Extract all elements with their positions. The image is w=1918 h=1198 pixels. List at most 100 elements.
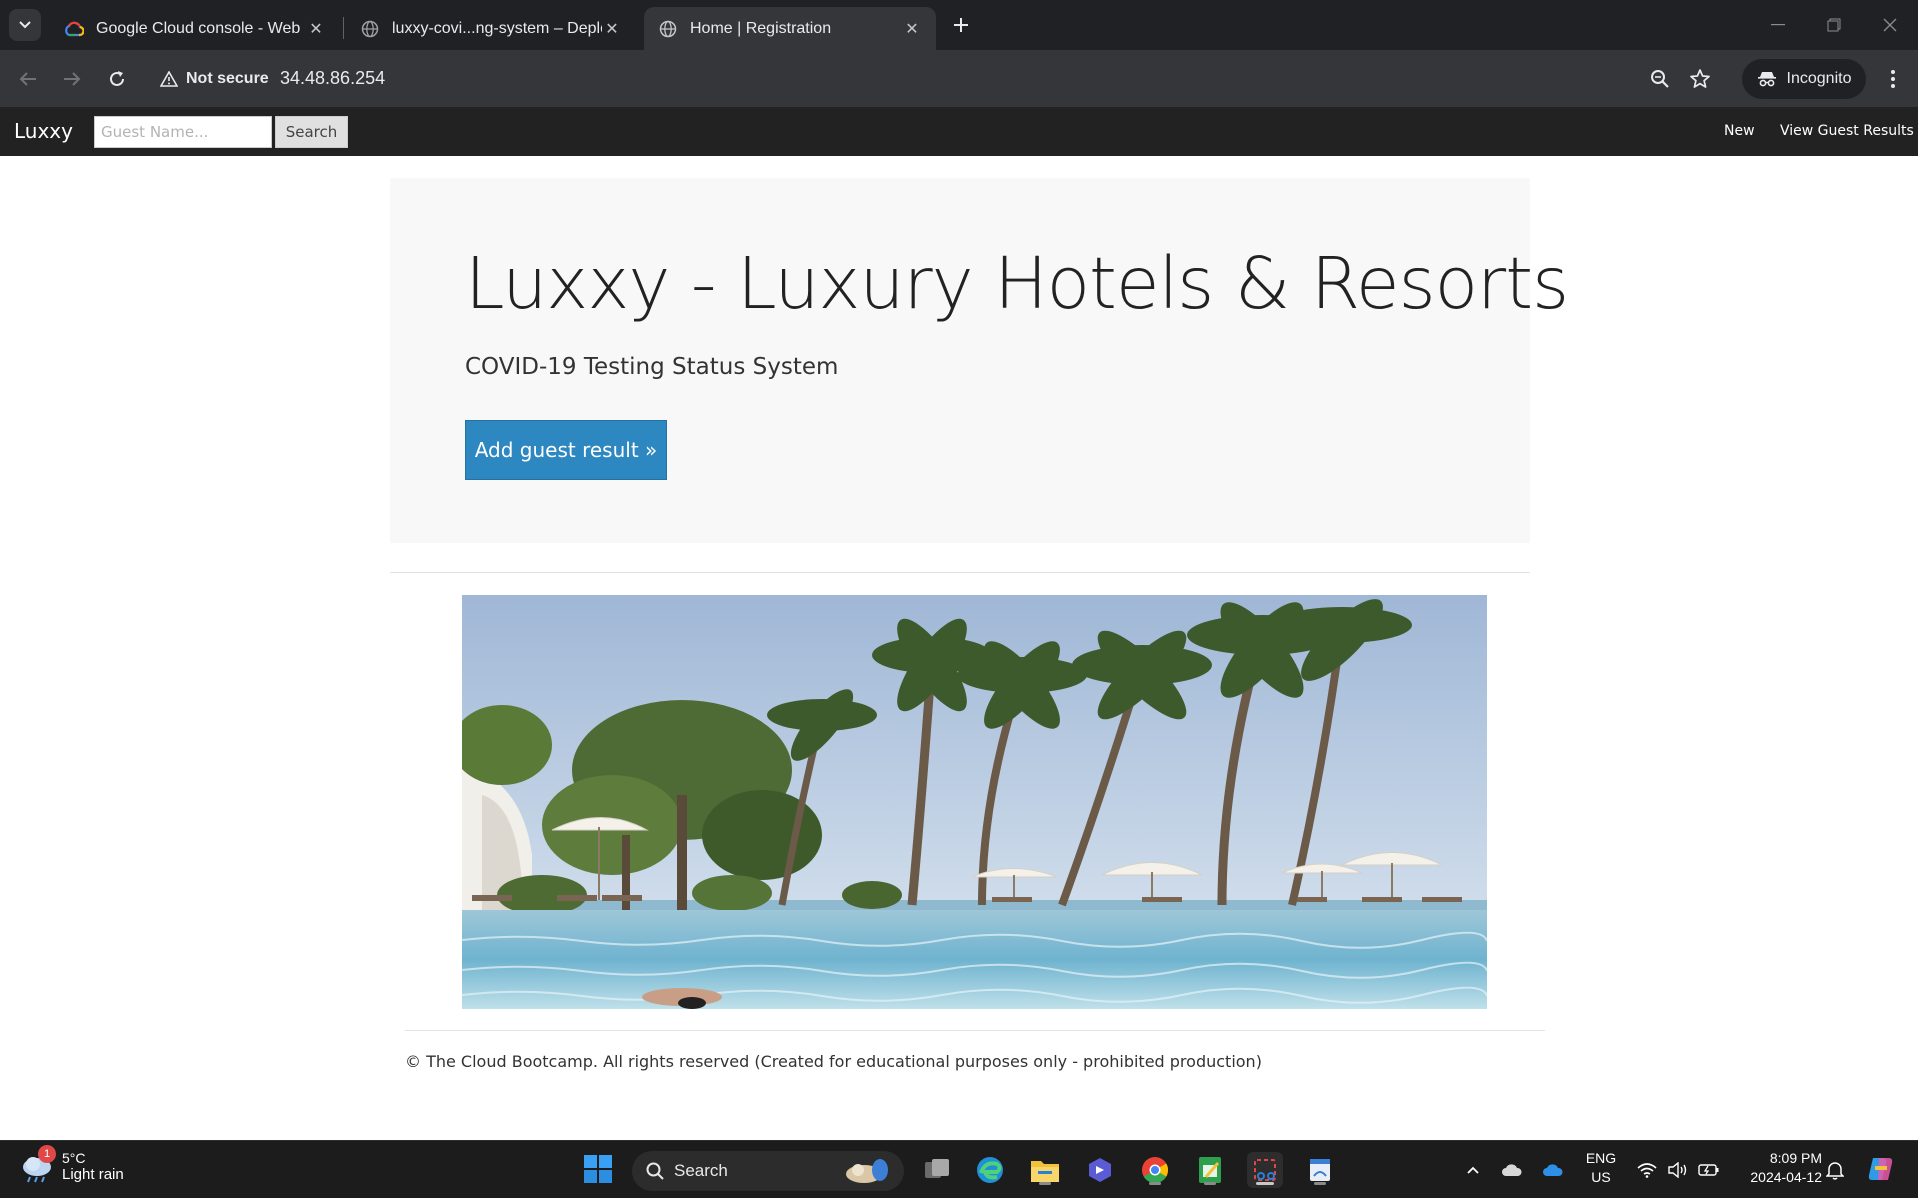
start-button[interactable] — [580, 1151, 616, 1187]
volume-status[interactable] — [1667, 1159, 1689, 1181]
add-guest-result-button[interactable]: Add guest result » — [465, 420, 667, 480]
arrow-left-icon — [19, 72, 36, 86]
tab-luxxy-deploy[interactable]: luxxy-covi...ng-system – Deploy ✕ — [346, 7, 636, 50]
paint-button[interactable] — [1302, 1152, 1338, 1188]
wifi-status[interactable] — [1636, 1159, 1658, 1181]
site-navbar: Luxxy Search New View Guest Results — [0, 107, 1918, 156]
tab-home-registration[interactable]: Home | Registration ✕ — [644, 7, 936, 50]
snipping-tool-button[interactable] — [1247, 1152, 1283, 1188]
more-vertical-icon — [1891, 70, 1895, 88]
star-icon — [1690, 69, 1710, 88]
copilot-icon — [1089, 1158, 1111, 1182]
search-icon — [646, 1162, 664, 1180]
divider — [390, 572, 1530, 573]
address-bar-url[interactable]: 34.48.86.254 — [280, 68, 385, 89]
language-code: ENG — [1585, 1150, 1617, 1166]
minimize-icon — [1771, 24, 1785, 26]
onedrive-personal-button[interactable] — [1501, 1159, 1523, 1181]
site-footer-text: © The Cloud Bootcamp. All rights reserve… — [405, 1052, 1262, 1071]
sheets-editor-button[interactable] — [1192, 1152, 1228, 1188]
browser-tab-strip: Google Cloud console - Web UI ✕ luxxy-co… — [0, 0, 1918, 50]
search-button[interactable]: Search — [275, 116, 348, 148]
divider — [405, 1030, 1545, 1031]
back-button[interactable] — [11, 62, 45, 96]
system-clock[interactable]: 8:09 PM 2024-04-12 — [1732, 1149, 1822, 1187]
minimize-window-button[interactable] — [1750, 0, 1806, 50]
chrome-button[interactable] — [1137, 1152, 1173, 1188]
restore-icon — [1827, 18, 1841, 32]
chrome-icon — [1142, 1157, 1169, 1184]
globe-icon — [360, 19, 380, 39]
close-tab-icon[interactable]: ✕ — [602, 19, 622, 39]
cloud-icon — [1502, 1164, 1522, 1176]
chevron-up-icon — [1467, 1166, 1479, 1174]
speaker-icon — [1668, 1162, 1687, 1178]
site-brand-link[interactable]: Luxxy — [14, 119, 73, 143]
clock-time: 8:09 PM — [1769, 1150, 1822, 1166]
task-view-button[interactable] — [919, 1152, 955, 1188]
close-tab-icon[interactable]: ✕ — [902, 19, 922, 39]
paint-icon — [1310, 1159, 1330, 1181]
windows-icon — [584, 1155, 612, 1183]
guest-name-search-input[interactable] — [94, 116, 272, 148]
arrow-right-icon — [64, 72, 81, 86]
site-security-indicator[interactable]: Not secure — [160, 67, 269, 91]
browser-menu-button[interactable] — [1876, 62, 1910, 96]
taskbar-search-box[interactable]: Search — [632, 1151, 904, 1191]
weather-badge: 1 — [38, 1145, 56, 1163]
security-label: Not secure — [186, 70, 269, 87]
plus-icon — [954, 18, 968, 32]
keyboard-layout: US — [1591, 1169, 1611, 1185]
file-explorer-button[interactable] — [1027, 1152, 1063, 1188]
nav-link-new[interactable]: New — [1724, 123, 1755, 139]
hero-subtitle: COVID-19 Testing Status System — [465, 354, 839, 380]
running-indicator — [1256, 1182, 1274, 1185]
hero-jumbotron: Luxxy - Luxury Hotels & Resorts COVID-19… — [390, 178, 1569, 543]
notifications-button[interactable] — [1824, 1159, 1846, 1181]
nav-link-view-guest-results[interactable]: View Guest Results — [1780, 123, 1914, 139]
tab-search-menu-button[interactable] — [9, 9, 41, 41]
google-cloud-icon — [64, 19, 84, 39]
file-explorer-icon — [1031, 1161, 1059, 1182]
copilot-tray-button[interactable] — [1864, 1153, 1896, 1185]
running-indicator — [1314, 1182, 1326, 1185]
tab-title: Home | Registration — [690, 19, 832, 37]
bookmark-button[interactable] — [1683, 62, 1717, 96]
incognito-icon — [1757, 72, 1776, 87]
zoom-out-icon — [1651, 70, 1669, 88]
onedrive-icon — [1543, 1164, 1563, 1176]
battery-status[interactable] — [1698, 1159, 1720, 1181]
edge-button[interactable] — [972, 1152, 1008, 1188]
reload-button[interactable] — [100, 62, 134, 96]
incognito-badge[interactable]: Incognito — [1742, 59, 1866, 99]
tab-separator — [343, 17, 344, 39]
running-indicator — [1039, 1182, 1051, 1185]
wifi-icon — [1637, 1163, 1657, 1178]
globe-icon — [658, 19, 678, 39]
resort-pool-illustration — [462, 595, 1487, 1009]
forward-button[interactable] — [55, 62, 89, 96]
restore-window-button[interactable] — [1806, 0, 1862, 50]
weather-icon: 1 — [20, 1145, 56, 1183]
tab-google-cloud-console[interactable]: Google Cloud console - Web UI ✕ — [50, 7, 340, 50]
resort-pool-image — [462, 595, 1487, 1009]
sheets-icon — [1199, 1157, 1221, 1183]
clock-date: 2024-04-12 — [1750, 1169, 1822, 1185]
windows-taskbar: 1 5°C Light rain Search ENG US 8:09 PM 2… — [0, 1140, 1918, 1198]
onedrive-business-button[interactable] — [1542, 1159, 1564, 1181]
close-tab-icon[interactable]: ✕ — [306, 19, 326, 39]
new-tab-button[interactable] — [946, 10, 976, 40]
running-indicator — [1149, 1182, 1161, 1185]
running-indicator — [1204, 1182, 1216, 1185]
incognito-label: Incognito — [1786, 70, 1852, 87]
show-hidden-icons-button[interactable] — [1462, 1159, 1484, 1181]
weather-temperature: 5°C — [62, 1149, 86, 1166]
input-language-indicator[interactable]: ENG US — [1583, 1149, 1619, 1187]
zoom-button[interactable] — [1643, 62, 1677, 96]
browser-toolbar: Not secure 34.48.86.254 Incognito — [0, 50, 1918, 107]
hero-title: Luxxy - Luxury Hotels & Resorts — [465, 242, 1569, 325]
taskbar-search-label: Search — [674, 1161, 728, 1180]
copilot-button[interactable] — [1082, 1152, 1118, 1188]
close-window-button[interactable] — [1862, 0, 1918, 50]
weather-widget[interactable]: 1 5°C Light rain — [20, 1145, 124, 1183]
